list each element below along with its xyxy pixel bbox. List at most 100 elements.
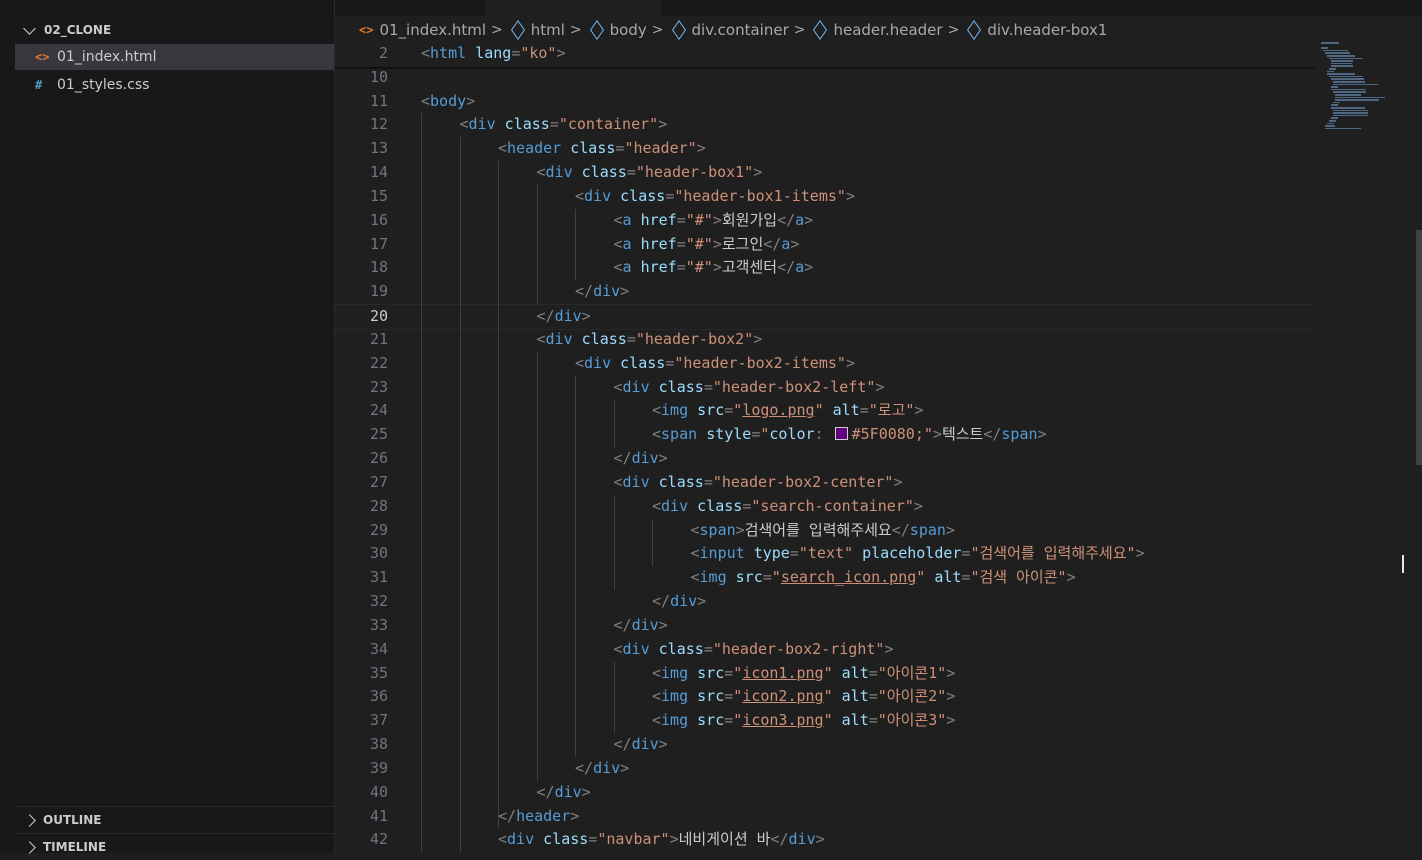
code-punctuation: < <box>652 663 662 682</box>
outline-panel-header[interactable]: OUTLINE <box>15 806 334 833</box>
minimap-line <box>1335 94 1362 96</box>
code-line[interactable]: 33 </div> <box>335 614 1315 638</box>
code-punctuation: > <box>620 282 630 301</box>
code-line[interactable]: 31 <img src="search_icon.png" alt="검색 아이콘… <box>335 566 1315 590</box>
code-tag-name: div <box>584 186 612 205</box>
code-punctuation <box>650 473 659 491</box>
code-line[interactable]: 27 <div class="header-box2-center"> <box>335 471 1315 495</box>
tab-active[interactable] <box>485 0 661 16</box>
folder-header[interactable]: 02_CLONE <box>15 18 334 42</box>
code-line[interactable]: 39 </div> <box>335 757 1315 781</box>
code-tag-name: img <box>661 687 689 706</box>
breadcrumb-file[interactable]: 01_index.html <box>379 21 486 39</box>
code-attribute: class <box>658 639 704 658</box>
code-line[interactable]: 40 </div> <box>335 781 1315 805</box>
code-line[interactable]: 18 <a href="#">고객센터</a> <box>335 256 1315 280</box>
breadcrumb-item[interactable]: body <box>610 21 647 39</box>
code-line[interactable]: 11 <body> <box>335 90 1315 114</box>
code-punctuation: > <box>696 139 706 158</box>
code-attribute: class <box>697 496 743 515</box>
color-swatch-icon[interactable] <box>834 427 848 441</box>
minimap-line <box>1325 127 1362 130</box>
code-line[interactable]: 28 <div class="search-container"> <box>335 495 1315 519</box>
minimap-line <box>1327 70 1334 73</box>
breadcrumb-item[interactable]: div.header-box1 <box>987 21 1107 39</box>
code-line[interactable]: 24 <img src="logo.png" alt="로고"> <box>335 399 1315 423</box>
code-punctuation: = <box>665 353 675 372</box>
file-item-styles-css[interactable]: # 01_styles.css <box>15 72 334 98</box>
code-line[interactable]: 23 <div class="header-box2-left"> <box>335 376 1315 400</box>
code-line[interactable]: 37 <img src="icon3.png" alt="아이콘3"> <box>335 709 1315 733</box>
code-punctuation: > <box>466 91 476 110</box>
breadcrumb-item[interactable]: header.header <box>833 21 942 39</box>
code-punctuation: </ <box>536 782 555 801</box>
breadcrumb-item[interactable]: div.container <box>692 21 789 39</box>
breadcrumb-item[interactable]: html <box>531 21 565 39</box>
code-line[interactable]: 21 <div class="header-box2"> <box>335 328 1315 352</box>
minimap-line <box>1329 57 1364 60</box>
code-punctuation: > <box>946 663 956 682</box>
code-line[interactable]: 10 <box>335 66 1315 90</box>
code-punctuation: > <box>945 520 955 539</box>
code-punctuation: > <box>753 329 763 348</box>
code-line[interactable]: 14 <div class="header-box1"> <box>335 161 1315 185</box>
code-punctuation <box>632 258 641 276</box>
code-line[interactable]: 35 <img src="icon1.png" alt="아이콘1"> <box>335 662 1315 686</box>
code-line[interactable]: 25 <span style="color: #5F0080;">텍스트</spa… <box>335 423 1315 447</box>
code-line[interactable]: 42 <div class="navbar">네비게이션 바</div> <box>335 828 1315 852</box>
mouse-cursor-icon <box>1402 555 1404 573</box>
vertical-scrollbar[interactable] <box>1416 230 1422 465</box>
code-line[interactable]: 32 </div> <box>335 590 1315 614</box>
code-punctuation: > <box>913 496 923 515</box>
code-line[interactable]: 20 </div> <box>335 304 1315 330</box>
code-tag-name: a <box>795 258 805 277</box>
minimap-line <box>1327 122 1334 125</box>
code-line[interactable]: 41 </header> <box>335 805 1315 829</box>
code-punctuation <box>561 139 570 157</box>
code-line[interactable]: 19 </div> <box>335 280 1315 304</box>
code-punctuation: </ <box>613 735 632 754</box>
indent-guide <box>536 184 538 305</box>
code-editor[interactable]: < > 01_index.html > html > body > div.con… <box>335 0 1422 853</box>
code-line[interactable]: 34 <div class="header-box2-right"> <box>335 638 1315 662</box>
line-number: 26 <box>369 449 388 468</box>
code-line[interactable]: 2 <html lang="ko"> <box>335 42 1315 66</box>
code-punctuation: > <box>893 472 903 491</box>
code-line[interactable]: 29 <span>검색어를 입력해주세요</span> <box>335 519 1315 543</box>
minimap[interactable] <box>1317 42 1417 142</box>
code-line[interactable]: 36 <img src="icon2.png" alt="아이콘2"> <box>335 685 1315 709</box>
code-punctuation <box>853 544 862 562</box>
code-line[interactable]: 26 </div> <box>335 447 1315 471</box>
code-attribute: src <box>735 568 763 587</box>
code-line[interactable]: 12 <div class="container"> <box>335 113 1315 137</box>
code-attribute: class <box>570 139 616 158</box>
code-text-line: <body> <box>421 90 475 114</box>
code-line[interactable]: 13 <header class="header"> <box>335 137 1315 161</box>
code-tag-name: div <box>554 782 582 801</box>
line-number: 31 <box>369 568 388 587</box>
minimap-line <box>1331 117 1338 119</box>
code-attribute: class <box>543 830 589 849</box>
code-area[interactable]: 2 <html lang="ko"> 10 11 <body> 12 <div class=… <box>335 42 1315 853</box>
code-punctuation <box>466 44 475 62</box>
code-line[interactable]: 38 </div> <box>335 733 1315 757</box>
file-item-index-html[interactable]: <> 01_index.html <box>15 44 334 70</box>
code-string: "header-box1" <box>635 163 754 182</box>
minimap-line <box>1327 55 1355 57</box>
code-line[interactable]: 22 <div class="header-box2-items"> <box>335 352 1315 376</box>
code-string: "text" <box>798 544 854 563</box>
line-number: 41 <box>369 806 388 825</box>
code-text-line: <div class="header-box2"> <box>537 328 763 352</box>
code-line[interactable]: 17 <a href="#">로그인</a> <box>335 233 1315 257</box>
minimap-line <box>1321 42 1339 44</box>
code-tag-name: div <box>593 282 621 301</box>
code-line[interactable]: 30 <input type="text" placeholder="검색어를 입… <box>335 542 1315 566</box>
code-punctuation: < <box>613 210 623 229</box>
code-string: " <box>814 401 824 420</box>
code-line[interactable]: 16 <a href="#">회원가입</a> <box>335 209 1315 233</box>
code-punctuation <box>833 687 842 705</box>
code-text-line: <span style="color: #5F0080;">텍스트</span> <box>652 423 1047 447</box>
timeline-panel-header[interactable]: TIMELINE <box>15 833 334 860</box>
code-string: "아이콘3" <box>877 711 947 730</box>
code-line[interactable]: 15 <div class="header-box1-items"> <box>335 185 1315 209</box>
